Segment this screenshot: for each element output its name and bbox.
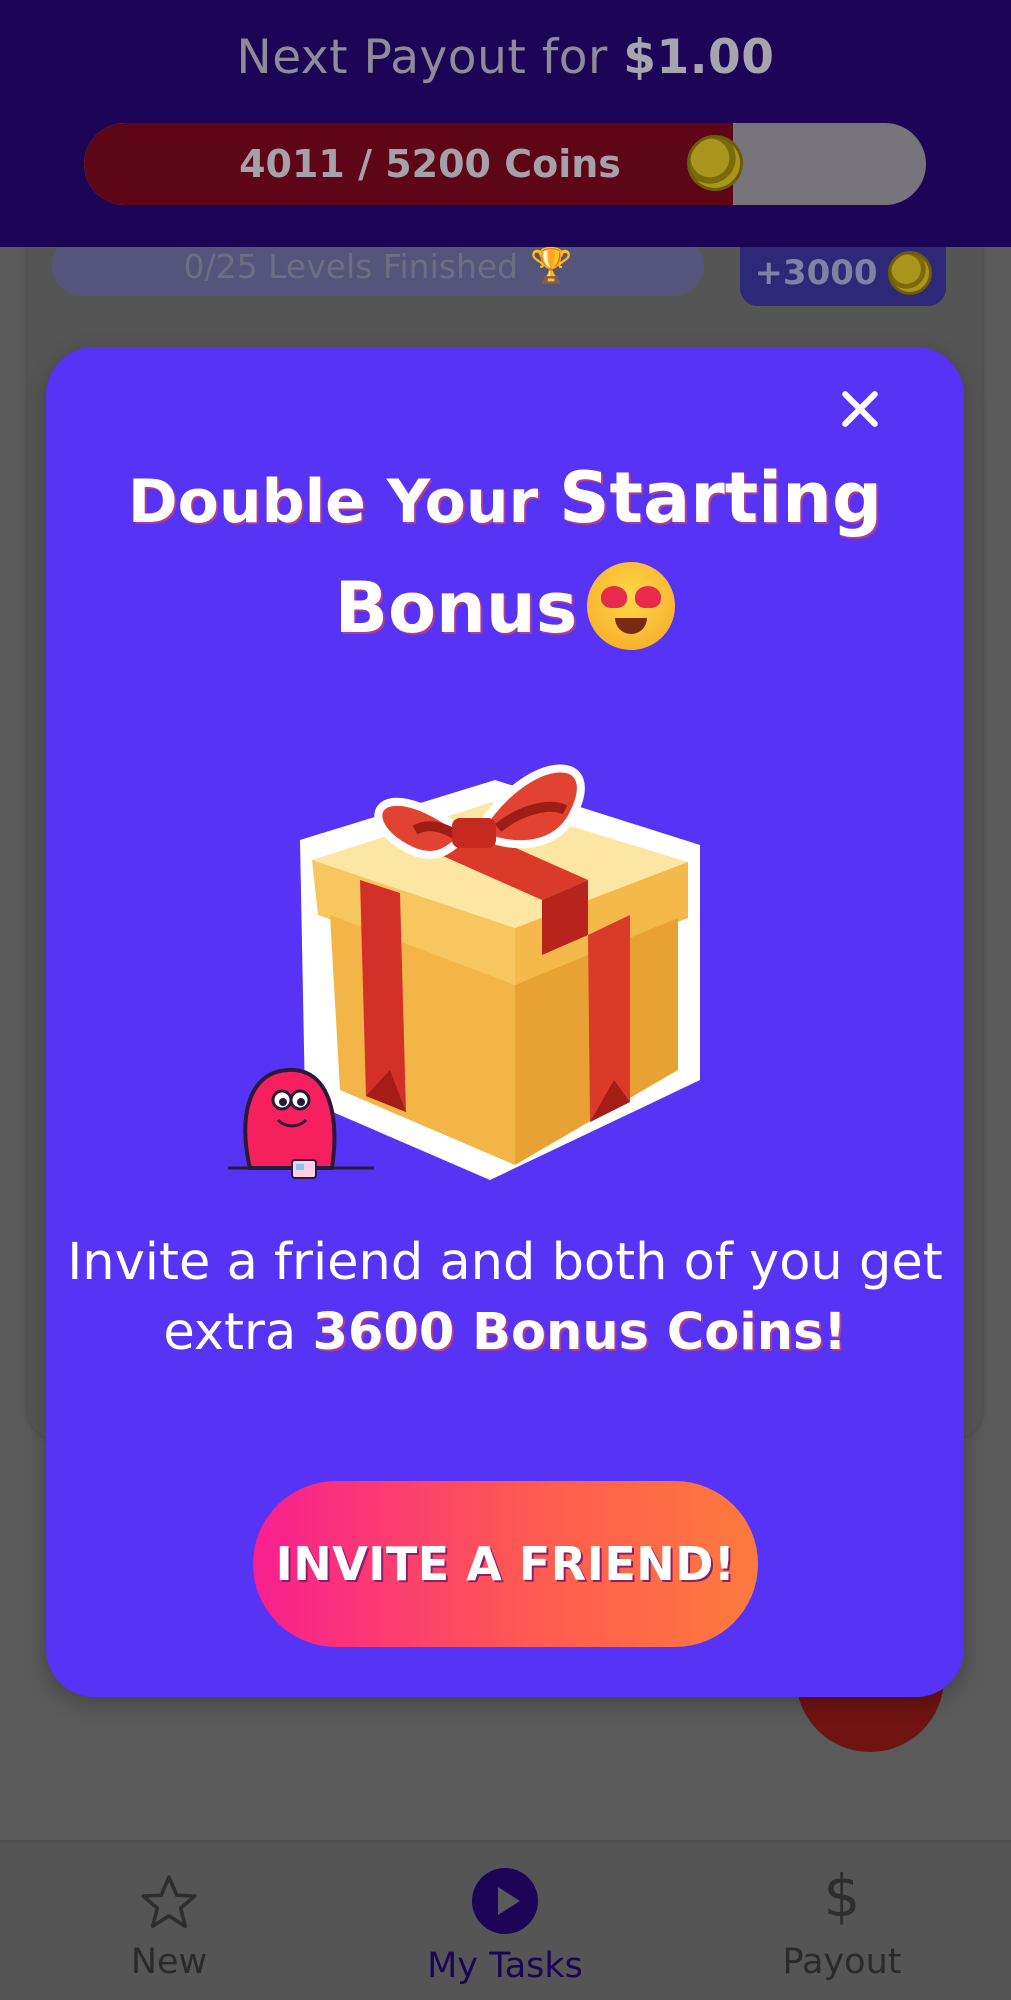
- levels-text: 0/25 Levels Finished: [183, 246, 519, 286]
- next-payout-title: Next Payout for $1.00: [0, 30, 1011, 85]
- reward-badge: +3000: [740, 240, 946, 306]
- modal-description-highlight: 3600 Bonus Coins!: [312, 1303, 847, 1362]
- coin-progress-text: 4011 / 5200 Coins: [239, 142, 621, 186]
- modal-description: Invite a friend and both of you get extr…: [46, 1228, 964, 1368]
- payout-title-prefix: Next Payout for: [236, 30, 624, 85]
- payout-header: Next Payout for $1.00 4011 / 5200 Coins: [0, 0, 1011, 247]
- modal-title: Double Your Starting Bonus: [46, 445, 964, 665]
- nav-label-payout: Payout: [782, 1942, 902, 1982]
- invite-friend-button[interactable]: INVITE A FRIEND!: [253, 1481, 758, 1647]
- coin-icon: [687, 135, 743, 191]
- coin-icon: [887, 251, 932, 295]
- bottom-navigation: New My Tasks $ Payout: [0, 1840, 1011, 2000]
- coin-progress-bar: 4011 / 5200 Coins: [84, 123, 926, 205]
- modal-title-part: Starting: [559, 457, 883, 539]
- reward-text: +3000: [754, 253, 878, 293]
- nav-label-new: New: [130, 1942, 208, 1982]
- heart-eyes-emoji-icon: [587, 562, 676, 650]
- close-modal-button[interactable]: [836, 385, 884, 433]
- nav-item-payout[interactable]: $ Payout: [722, 1842, 962, 2000]
- modal-title-part: Bonus: [334, 567, 578, 649]
- nav-label-my-tasks: My Tasks: [427, 1946, 583, 1986]
- trophy-icon: 🏆: [530, 246, 573, 286]
- nav-item-my-tasks[interactable]: My Tasks: [385, 1842, 625, 2000]
- mascot-character-icon: [228, 1067, 374, 1179]
- payout-amount: $1.00: [623, 30, 775, 85]
- modal-title-part: Double Your: [127, 467, 560, 537]
- play-icon: [472, 1868, 538, 1934]
- dollar-icon: $: [823, 1862, 861, 1930]
- star-icon: [141, 1875, 197, 1929]
- nav-item-new[interactable]: New: [49, 1842, 289, 2000]
